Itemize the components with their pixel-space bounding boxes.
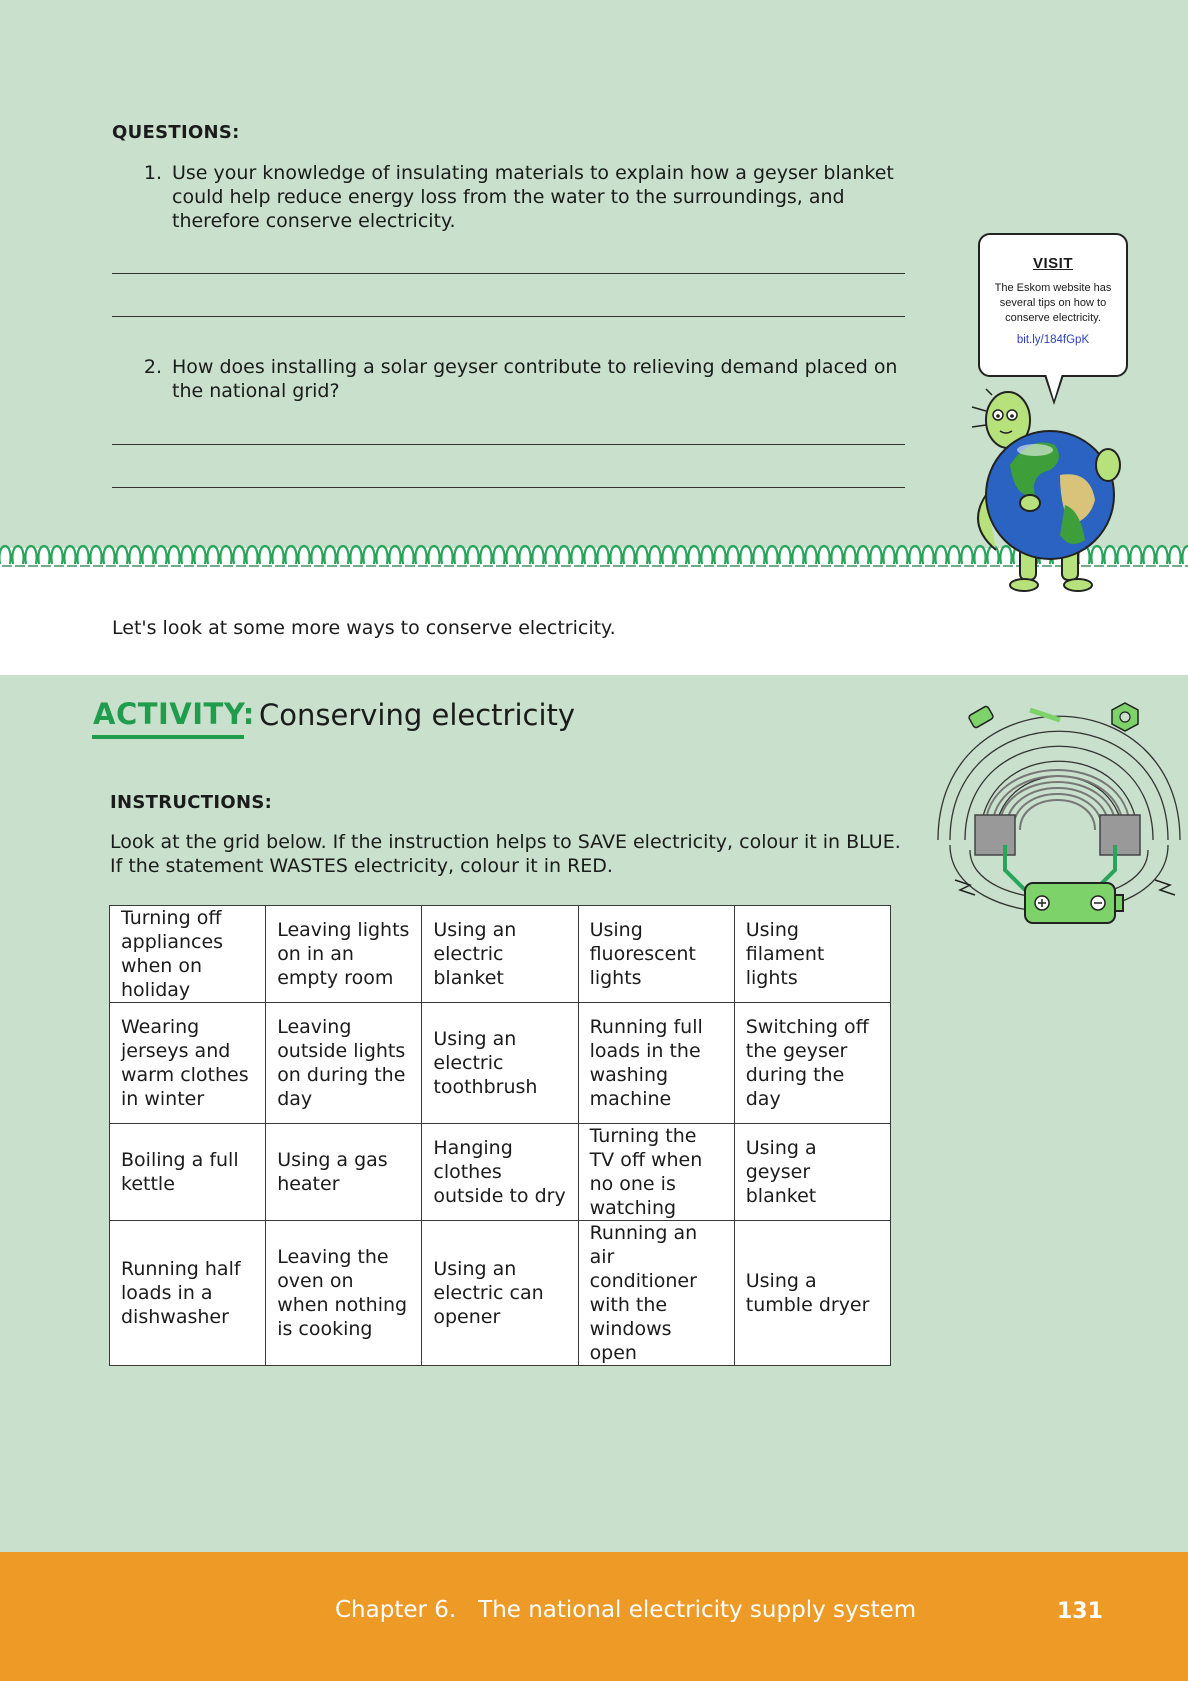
answer-line [112,487,905,488]
grid-cell[interactable]: Using an electric blanket [421,905,579,1003]
grid-cell[interactable]: Using a tumble dryer [733,1220,892,1366]
grid-cell[interactable]: Using an electric can opener [421,1220,579,1366]
activity-title: Conserving electricity [259,698,576,732]
grid-cell[interactable]: Turning the TV off when no one is watchi… [577,1123,735,1221]
grid-cell[interactable]: Using an electric toothbrush [421,1002,579,1124]
transition-text: Let's look at some more ways to conserve… [112,617,616,639]
grid-cell[interactable]: Leaving outside lights on during the day [265,1002,423,1124]
grid-cell[interactable]: Running full loads in the washing machin… [577,1002,735,1124]
slinky-magnetic-field-illustration [937,702,1181,924]
activity-label: ACTIVITY: [93,697,255,731]
question-2: 2. How does installing a solar geyser co… [132,355,912,403]
activity-underline [92,735,244,739]
question-text: Use your knowledge of insulating materia… [172,162,894,232]
battery-icon [1024,882,1124,924]
visit-title: VISIT [1032,255,1073,272]
question-number: 2. [143,356,162,378]
visit-text: The Eskom website has several tips on ho… [994,282,1112,324]
questions-heading: QUESTIONS: [112,122,240,143]
grid-cell[interactable]: Wearing jerseys and warm clothes in wint… [108,1002,267,1124]
grid-cell[interactable]: Using a gas heater [265,1123,423,1221]
instructions-heading: INSTRUCTIONS: [110,792,273,813]
grid-cell[interactable]: Turning off appliances when on holiday [108,905,267,1003]
grid-row: Turning off appliances when on holiday L… [108,905,892,1003]
grid-cell[interactable]: Using filament lights [733,905,892,1003]
earth-character-illustration [971,388,1121,592]
question-number: 1. [143,162,162,184]
visit-bubble: VISIT The Eskom website has several tips… [978,233,1128,377]
grid-row: Wearing jerseys and warm clothes in wint… [108,1002,892,1124]
chapter-title: Chapter 6. The national electricity supp… [335,1597,917,1623]
question-1: 1. Use your knowledge of insulating mate… [132,161,912,233]
grid-cell[interactable]: Using a geyser blanket [733,1123,892,1221]
grid-cell[interactable]: Running half loads in a dishwasher [108,1220,267,1366]
grid-row: Running half loads in a dishwasher Leavi… [108,1220,892,1366]
grid-cell[interactable]: Using fluorescent lights [577,905,735,1003]
grid-cell[interactable]: Leaving lights on in an empty room [265,905,423,1003]
question-text: How does installing a solar geyser contr… [172,356,898,402]
conservation-grid: Turning off appliances when on holiday L… [108,905,892,1366]
answer-line [112,444,905,445]
grid-cell[interactable]: Leaving the oven on when nothing is cook… [265,1220,423,1366]
page-number: 131 [1057,1599,1103,1624]
instructions-text: Look at the grid below. If the instructi… [110,831,901,877]
grid-cell[interactable]: Switching off the geyser during the day [733,1002,892,1124]
grid-cell[interactable]: Hanging clothes outside to dry [421,1123,579,1221]
grid-cell[interactable]: Running an air conditioner with the wind… [577,1220,735,1366]
visit-link[interactable]: bit.ly/184fGpK [980,334,1126,346]
grid-row: Boiling a full kettle Using a gas heater… [108,1123,892,1221]
answer-line [112,316,905,317]
bubble-tail-fill [1046,374,1062,400]
grid-cell[interactable]: Boiling a full kettle [108,1123,267,1221]
answer-line [112,273,905,274]
